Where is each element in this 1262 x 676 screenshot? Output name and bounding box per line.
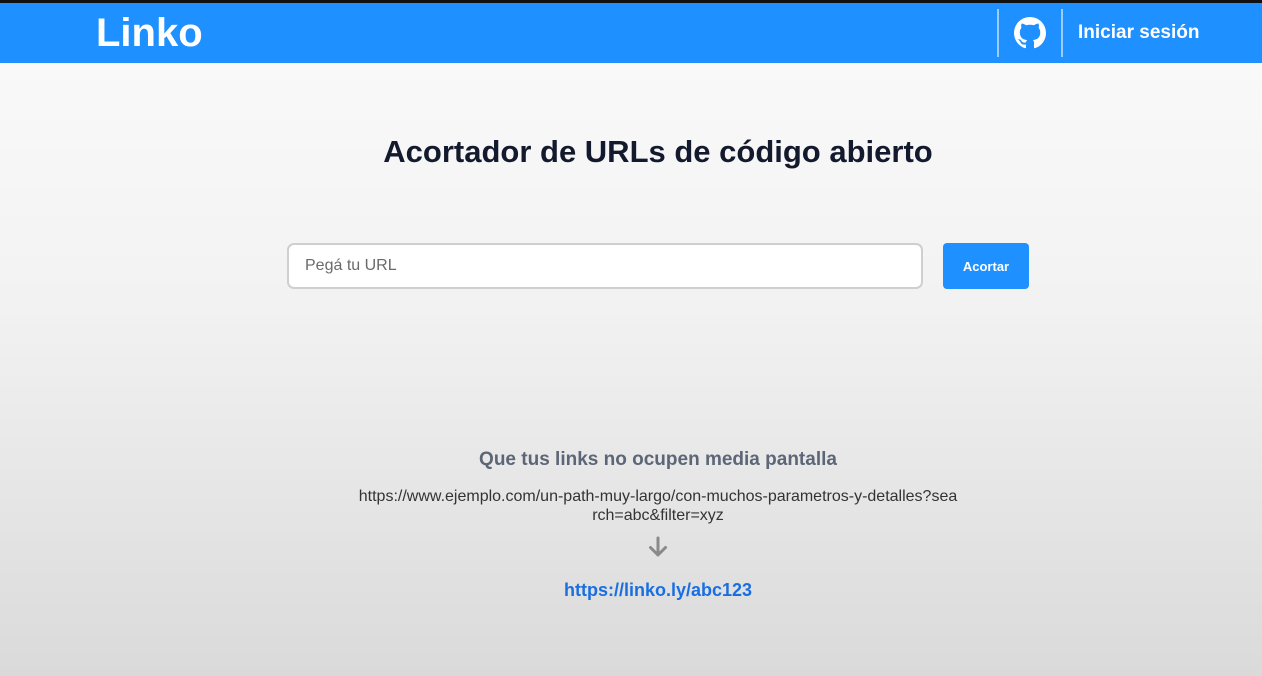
example-tagline: Que tus links no ocupen media pantalla xyxy=(479,449,837,470)
url-input[interactable] xyxy=(287,243,923,289)
shorten-button[interactable]: Acortar xyxy=(943,243,1029,289)
logo[interactable]: Linko xyxy=(96,11,203,55)
arrow-down-icon xyxy=(647,536,669,558)
top-navbar: Linko Iniciar sesión xyxy=(0,3,1262,63)
login-link[interactable]: Iniciar sesión xyxy=(1078,21,1199,45)
example-long-url: https://www.ejemplo.com/un-path-muy-larg… xyxy=(358,488,958,524)
github-icon[interactable] xyxy=(1014,17,1046,49)
example-short-url[interactable]: https://linko.ly/abc123 xyxy=(0,579,1262,601)
navbar-divider xyxy=(997,9,999,57)
page-title: Acortador de URLs de código abierto xyxy=(383,134,933,169)
navbar-divider xyxy=(1061,9,1063,57)
